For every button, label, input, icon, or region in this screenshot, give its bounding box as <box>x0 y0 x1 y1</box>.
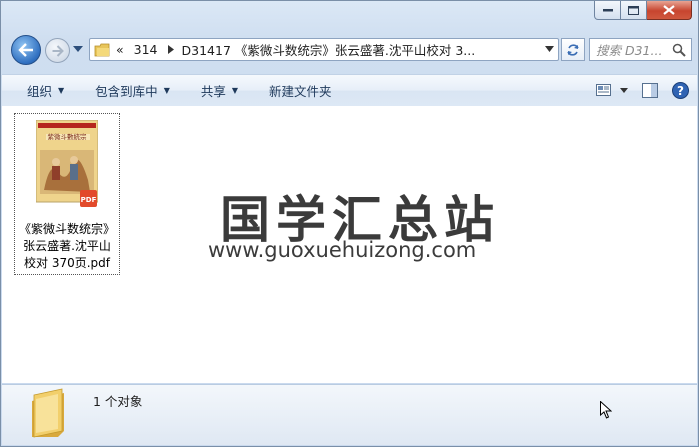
file-name-line-2: 张云盛著.沈平山 <box>23 239 111 253</box>
file-item-pdf[interactable]: 紫微斗數統宗 PDF 《紫微斗数统宗》 张云盛著.沈平山 校对 370页.pdf <box>14 113 120 275</box>
minimize-icon <box>602 9 613 12</box>
chevron-down-icon <box>620 88 628 93</box>
file-name-line-3: 校对 370页.pdf <box>24 256 110 270</box>
navigation-row: « 314 D31417 《紫微斗数统宗》张云盛著.沈平山校对 3... 搜索 … <box>9 33 692 67</box>
chevron-down-icon: ▼ <box>163 86 170 95</box>
close-button[interactable] <box>647 1 692 20</box>
thumbnail-title: 紫微斗數統宗 <box>48 132 88 141</box>
organize-label: 组织 <box>27 84 53 99</box>
change-view-button[interactable] <box>596 84 628 97</box>
pdf-thumbnail-icon: 紫微斗數統宗 PDF <box>36 120 98 207</box>
include-library-label: 包含到库中 <box>95 84 158 99</box>
close-icon <box>663 5 675 15</box>
breadcrumb-overflow[interactable]: « <box>116 42 124 57</box>
minimize-button[interactable] <box>594 1 621 20</box>
search-icon[interactable] <box>672 43 686 57</box>
details-pane: 1 个对象 <box>2 384 697 445</box>
refresh-button[interactable] <box>561 38 585 61</box>
address-bar[interactable]: « 314 D31417 《紫微斗数统宗》张云盛著.沈平山校对 3... <box>89 38 559 61</box>
file-name-line-1: 《紫微斗数统宗》 <box>18 222 115 236</box>
item-count: 1 个对象 <box>93 394 143 409</box>
new-folder-button[interactable]: 新建文件夹 <box>249 75 343 106</box>
breadcrumb-item-314[interactable]: 314 <box>134 42 158 57</box>
refresh-icon <box>567 43 579 56</box>
new-folder-label: 新建文件夹 <box>269 84 332 99</box>
command-bar: 组织 ▼ 包含到库中 ▼ 共享 ▼ 新建文件夹 ? <box>2 74 697 107</box>
recent-pages-icon[interactable] <box>73 46 83 52</box>
caption-buttons <box>594 1 692 20</box>
address-dropdown-icon[interactable] <box>545 46 554 52</box>
maximize-icon <box>628 5 639 15</box>
preview-pane-icon[interactable] <box>642 83 658 98</box>
include-in-library-menu[interactable]: 包含到库中 ▼ <box>75 75 181 106</box>
explorer-window: « 314 D31417 《紫微斗数统宗》张云盛著.沈平山校对 3... 搜索 … <box>0 0 699 447</box>
folder-icon <box>32 388 64 438</box>
help-icon[interactable]: ? <box>672 82 689 99</box>
chevron-down-icon: ▼ <box>231 86 239 95</box>
share-label: 共享 <box>200 84 226 99</box>
chevron-down-icon: ▼ <box>58 86 65 95</box>
forward-button[interactable] <box>45 38 70 63</box>
breadcrumb-item-current[interactable]: D31417 《紫微斗数统宗》张云盛著.沈平山校对 3... <box>182 40 476 59</box>
folder-icon <box>94 43 110 56</box>
view-controls: ? <box>596 75 689 106</box>
back-button[interactable] <box>11 35 41 65</box>
file-name: 《紫微斗数统宗》 张云盛著.沈平山 校对 370页.pdf <box>15 221 119 272</box>
organize-menu[interactable]: 组织 ▼ <box>2 75 75 106</box>
share-menu[interactable]: 共享 ▼ <box>181 75 249 106</box>
file-list-area[interactable]: 紫微斗數統宗 PDF 《紫微斗数统宗》 张云盛著.沈平山 校对 370页.pdf… <box>2 106 697 383</box>
mouse-cursor-icon <box>600 401 612 419</box>
back-arrow-icon <box>18 43 33 57</box>
view-icon <box>596 84 611 96</box>
pdf-badge: PDF <box>81 196 97 204</box>
maximize-button[interactable] <box>621 1 647 20</box>
search-placeholder: 搜索 D31... <box>596 43 663 58</box>
forward-arrow-icon <box>52 44 64 57</box>
search-box[interactable]: 搜索 D31... <box>589 38 692 61</box>
watermark-url: www.guoxuehuizong.com <box>208 238 477 262</box>
breadcrumb-separator-icon[interactable] <box>167 45 174 54</box>
svg-text:?: ? <box>677 84 684 98</box>
